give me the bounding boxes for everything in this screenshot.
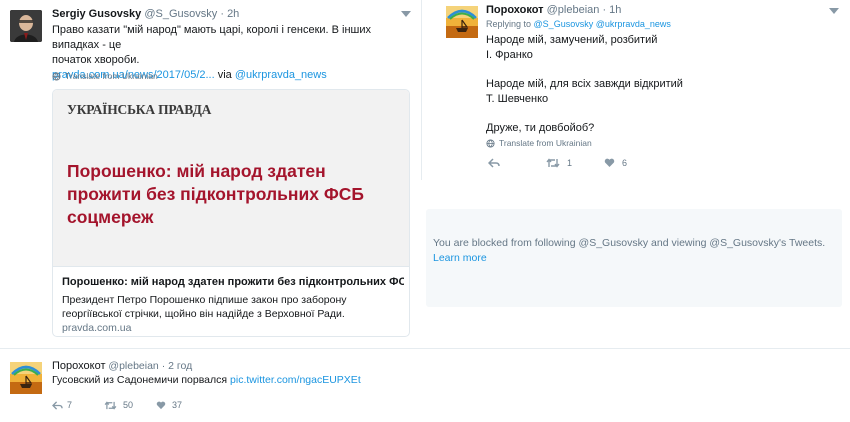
tweet-text-line: Народе мій, для всіх завжди відкритий [486,78,683,90]
tweet-plebeian-bottom[interactable]: Порохокот @plebeian · 2 год Гусовский из… [0,352,850,422]
retweet-count: 50 [123,400,134,410]
tweet-text-line: Т. Шевченко [486,93,549,105]
learn-more-link[interactable]: Learn more [433,252,487,264]
reply-icon [488,158,500,168]
tweet-text-line: І. Франко [486,49,533,61]
globe-icon [486,138,495,148]
card-headline: Порошенко: мій народ здатен прожити без … [67,161,364,227]
tweet-plebeian-reply[interactable]: Порохокот @plebeian · 1h Replying to @S_… [422,0,850,180]
globe-icon [52,71,61,81]
replying-to[interactable]: @S_Gusovsky @ukrpravda_news [534,19,671,29]
translate-link[interactable]: Translate from Ukrainian [486,138,592,148]
card-title[interactable]: Порошенко: мій народ здатен прожити без … [62,276,404,288]
card-logo: УКРАЇНСЬКА ПРАВДА [67,102,212,117]
chevron-down-icon[interactable] [829,8,839,14]
blocked-text: You are blocked from following @S_Gusovs… [433,237,826,249]
like-button[interactable]: 6 [604,158,627,168]
tweet-time[interactable]: 2h [227,8,239,20]
tweet-text: Гусовский из Садонемичи порвался [52,374,228,386]
heart-icon [604,158,615,167]
retweet-button[interactable]: 1 [546,158,604,168]
tweet-link[interactable]: pic.twitter.com/ngacEUPXEt [230,374,361,386]
author-handle[interactable]: @plebeian [547,4,600,16]
tweet-text-line: Право казати "мій народ" мають царі, кор… [52,24,372,51]
link-card[interactable]: УКРАЇНСЬКА ПРАВДА Порошенко: мій народ з… [52,89,410,337]
author-name[interactable]: Порохокот [52,360,105,372]
translate-label[interactable]: Translate from Ukrainian [65,71,158,81]
heart-icon [156,401,166,409]
tweet-text-line: Друже, ти довбойоб? [486,122,595,134]
via-label: via [217,69,232,81]
like-count: 37 [172,400,183,410]
retweet-count: 1 [567,158,573,168]
via-handle[interactable]: @ukrpravda_news [235,69,327,81]
reply-button[interactable]: 7 [52,400,104,410]
tweet-time[interactable]: 2 год [168,360,192,372]
retweet-icon [104,400,117,410]
translate-label[interactable]: Translate from Ukrainian [499,138,592,148]
replying-label: Replying to [486,19,532,29]
tweet-text-line: Народе мій, замучений, розбитий [486,34,658,46]
card-description: Президент Петро Порошенко підпише закон … [62,294,347,320]
like-button[interactable]: 37 [156,400,182,410]
author-name[interactable]: Sergiy Gusovsky [52,8,141,20]
retweet-icon [546,158,560,168]
avatar[interactable] [446,6,478,38]
author-handle[interactable]: @plebeian [108,360,158,372]
blocked-notice: You are blocked from following @S_Gusovs… [426,209,842,307]
card-image[interactable]: УКРАЇНСЬКА ПРАВДА Порошенко: мій народ з… [53,90,409,266]
tweet-gusovsky[interactable]: Sergiy Gusovsky @S_Gusovsky · 2h Право к… [0,0,418,340]
author-handle[interactable]: @S_Gusovsky [144,8,217,20]
reply-count: 7 [67,400,73,410]
card-domain[interactable]: pravda.com.ua [62,322,131,334]
retweet-button[interactable]: 50 [104,400,156,410]
section-divider [0,348,850,349]
avatar[interactable] [10,10,42,42]
translate-link[interactable]: Translate from Ukrainian [52,71,158,81]
reply-icon [52,400,63,410]
reply-button[interactable] [488,158,546,168]
chevron-down-icon[interactable] [401,11,411,17]
avatar[interactable] [10,362,42,394]
like-count: 6 [622,158,628,168]
tweet-text-line: початок хвороби. [52,54,140,66]
tweet-time[interactable]: 1h [609,4,621,16]
author-name[interactable]: Порохокот [486,4,544,16]
